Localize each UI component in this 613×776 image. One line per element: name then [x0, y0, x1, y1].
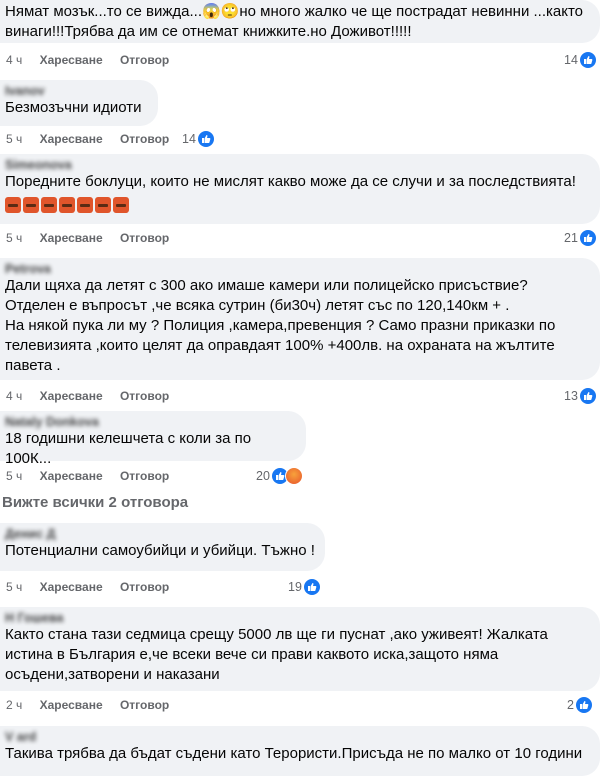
comment-meta: 5 ч Харесване Отговор: [6, 468, 183, 484]
view-all-replies-link[interactable]: Вижте всички 2 отговора: [2, 494, 188, 511]
reaction-number: 2: [567, 698, 574, 712]
like-button[interactable]: Харесване: [40, 698, 103, 712]
comment-meta: 5 ч Харесване Отговор: [6, 131, 183, 147]
comment-text: Както стана тази седмица срещу 5000 лв щ…: [5, 626, 548, 683]
comment-author[interactable]: Н Гошева: [5, 611, 590, 625]
comment-author[interactable]: Nataly Donkova: [5, 415, 296, 429]
reaction-count[interactable]: 13: [560, 386, 598, 406]
comment-meta: 4 ч Харесване Отговор: [6, 52, 183, 68]
like-icon: [579, 52, 596, 68]
angry-face-icon: [5, 197, 21, 214]
reply-button[interactable]: Отговор: [120, 132, 169, 146]
comment-time[interactable]: 4 ч: [6, 389, 22, 403]
angry-reaction-icon: [284, 467, 303, 485]
comment-meta: 5 ч Харесване Отговор: [6, 579, 183, 595]
reaction-count[interactable]: 20: [252, 466, 305, 486]
reaction-count[interactable]: 2: [563, 695, 594, 715]
comment-bubble: V ard Такива трябва да бъдат съдени като…: [0, 726, 600, 776]
like-icon: [579, 388, 596, 404]
emoji-row: [5, 194, 590, 216]
reaction-count[interactable]: 21: [560, 228, 598, 248]
reaction-count[interactable]: 19: [284, 577, 322, 597]
reaction-number: 21: [564, 231, 578, 245]
reply-button[interactable]: Отговор: [120, 469, 169, 483]
comment-author[interactable]: Денис Д: [5, 527, 315, 541]
comment-bubble: Н Гошева Както стана тази седмица срещу …: [0, 607, 600, 691]
comment-text: Потенциални самоубийци и убийци. Тъжно !: [5, 542, 315, 559]
comment-author[interactable]: Ivanov: [5, 84, 148, 98]
comment-author[interactable]: V ard: [5, 730, 590, 744]
reply-button[interactable]: Отговор: [120, 698, 169, 712]
like-button[interactable]: Харесване: [40, 580, 103, 594]
comment-meta: 5 ч Харесване Отговор: [6, 230, 183, 246]
comment-time[interactable]: 5 ч: [6, 469, 22, 483]
comment-text: Поредните боклуци, които не мислят какво…: [5, 173, 576, 190]
like-icon: [579, 230, 596, 246]
like-button[interactable]: Харесване: [40, 231, 103, 245]
reaction-number: 14: [182, 132, 196, 146]
like-icon: [575, 697, 592, 713]
comment-bubble: Нямат мозък...то се вижда...😱🙄но много ж…: [0, 0, 600, 43]
reaction-number: 20: [256, 469, 270, 483]
angry-face-icon: [77, 197, 93, 214]
reaction-number: 13: [564, 389, 578, 403]
comment-bubble: Simeonova Поредните боклуци, които не ми…: [0, 154, 600, 224]
angry-face-icon: [95, 197, 111, 214]
comment-bubble: Ivanov Безмозъчни идиоти: [0, 80, 158, 126]
reaction-number: 14: [564, 53, 578, 67]
reaction-count[interactable]: 14: [178, 129, 216, 149]
like-button[interactable]: Харесване: [40, 53, 103, 67]
reply-button[interactable]: Отговор: [120, 389, 169, 403]
angry-face-icon: [23, 197, 39, 214]
comment-time[interactable]: 5 ч: [6, 231, 22, 245]
like-button[interactable]: Харесване: [40, 389, 103, 403]
like-button[interactable]: Харесване: [40, 469, 103, 483]
comment-text: Нямат мозък...то се вижда...😱🙄но много ж…: [5, 3, 584, 40]
comment-text: Безмозъчни идиоти: [5, 99, 142, 116]
like-icon: [303, 579, 320, 595]
comment-text: Дали щяха да летят с 300 ако имаше камер…: [5, 277, 556, 374]
like-icon: [197, 131, 214, 147]
comment-time[interactable]: 2 ч: [6, 698, 22, 712]
comment-time[interactable]: 5 ч: [6, 580, 22, 594]
comment-author[interactable]: Simeonova: [5, 158, 590, 172]
comment-time[interactable]: 4 ч: [6, 53, 22, 67]
reply-button[interactable]: Отговор: [120, 53, 169, 67]
angry-face-icon: [41, 197, 57, 214]
comment-time[interactable]: 5 ч: [6, 132, 22, 146]
like-button[interactable]: Харесване: [40, 132, 103, 146]
comment-bubble: Денис Д Потенциални самоубийци и убийци.…: [0, 523, 325, 571]
reply-button[interactable]: Отговор: [120, 580, 169, 594]
comment-bubble: Nataly Donkova 18 годишни келешчета с ко…: [0, 411, 306, 467]
comment-author[interactable]: Petrova: [5, 262, 590, 276]
angry-face-icon: [59, 197, 75, 214]
comment-text: Такива трябва да бъдат съдени като Терор…: [5, 745, 583, 762]
reaction-number: 19: [288, 580, 302, 594]
reply-button[interactable]: Отговор: [120, 231, 169, 245]
comment-text: 18 годишни келешчета с коли за по 100К..…: [5, 430, 252, 467]
reaction-count[interactable]: 14: [560, 50, 598, 70]
angry-face-icon: [113, 197, 129, 214]
comment-meta: 4 ч Харесване Отговор: [6, 388, 183, 404]
comment-bubble: Petrova Дали щяха да летят с 300 ако има…: [0, 258, 600, 380]
comment-meta: 2 ч Харесване Отговор: [6, 697, 183, 713]
